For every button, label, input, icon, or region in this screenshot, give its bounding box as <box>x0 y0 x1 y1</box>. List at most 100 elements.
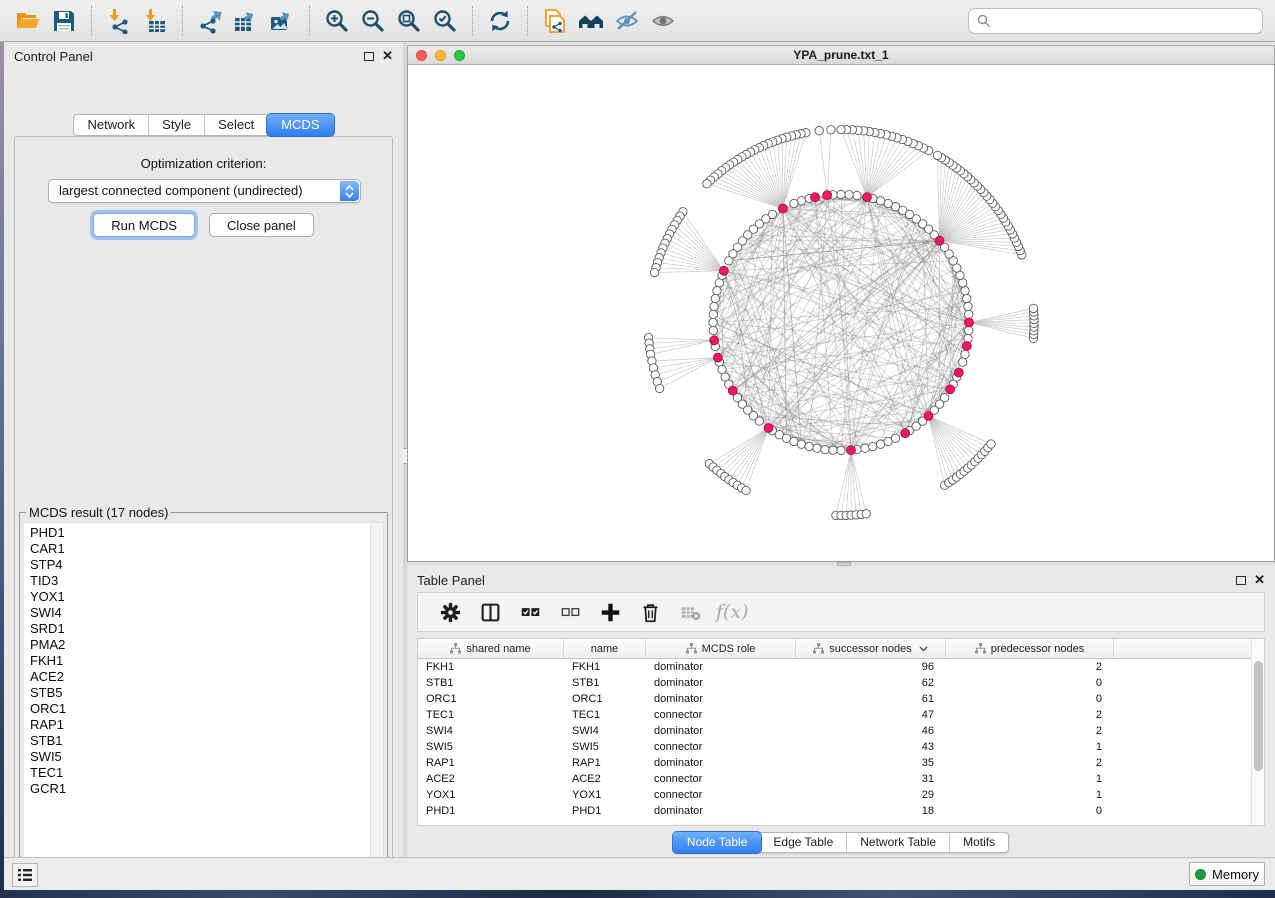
import-table-button[interactable] <box>137 4 173 38</box>
table-row-SWI5[interactable]: SWI5SWI5connector431 <box>418 739 1264 755</box>
delete-table-button[interactable] <box>674 596 706 628</box>
float-panel-icon[interactable] <box>364 52 374 61</box>
task-history-button[interactable] <box>12 863 38 887</box>
table-row-ORC1[interactable]: ORC1ORC1dominator610 <box>418 691 1264 707</box>
function-builder-button[interactable]: f(x) <box>716 601 749 623</box>
hide-panels-button[interactable] <box>609 4 645 38</box>
mcds-result-item[interactable]: ORC1 <box>30 701 383 717</box>
mcds-result-item[interactable]: GCR1 <box>30 781 383 797</box>
mcds-result-item[interactable]: FKH1 <box>30 653 383 669</box>
delete-column-button[interactable] <box>634 596 666 628</box>
column-header-successor-nodes[interactable]: successor nodes <box>796 639 946 658</box>
cell-name: TEC1 <box>564 707 646 723</box>
mcds-result-item[interactable]: CAR1 <box>30 541 383 557</box>
table-row-RAP1[interactable]: RAP1RAP1dominator352 <box>418 755 1264 771</box>
zoom-fit-button[interactable] <box>391 4 427 38</box>
tab-select[interactable]: Select <box>205 115 268 135</box>
tab-network-table[interactable]: Network Table <box>847 833 950 852</box>
home-button[interactable] <box>573 4 609 38</box>
show-panels-button[interactable] <box>645 4 681 38</box>
tab-network[interactable]: Network <box>74 115 149 135</box>
tab-node-table[interactable]: Node Table <box>673 832 762 853</box>
column-header-predecessor-nodes[interactable]: predecessor nodes <box>946 639 1114 658</box>
mcds-result-list[interactable]: PHD1CAR1STP4TID3YOX1SWI4SRD1PMA2FKH1ACE2… <box>23 522 384 866</box>
mcds-result-item[interactable]: STB5 <box>30 685 383 701</box>
save-icon <box>51 8 77 34</box>
eye-slash-icon <box>614 8 640 34</box>
tab-mcds[interactable]: MCDS <box>267 114 333 136</box>
close-panel-button[interactable]: Close panel <box>209 213 314 237</box>
mcds-result-item[interactable]: PMA2 <box>30 637 383 653</box>
mcds-result-item[interactable]: STB1 <box>30 733 383 749</box>
close-panel-icon[interactable]: ✕ <box>1254 575 1265 585</box>
mcds-result-item[interactable]: ACE2 <box>30 669 383 685</box>
mcds-result-item[interactable]: STP4 <box>30 557 383 573</box>
cell-name: PHD1 <box>564 803 646 819</box>
criterion-select[interactable]: largest connected component (undirected) <box>48 179 361 203</box>
search-box <box>968 8 1263 34</box>
tab-style[interactable]: Style <box>149 115 205 135</box>
float-panel-icon[interactable] <box>1236 576 1246 585</box>
save-button[interactable] <box>46 4 82 38</box>
tab-edge-table[interactable]: Edge Table <box>760 833 847 852</box>
table-row-YOX1[interactable]: YOX1YOX1connector291 <box>418 787 1264 803</box>
mcds-result-item[interactable]: RAP1 <box>30 717 383 733</box>
sort-descending-icon <box>919 646 928 652</box>
export-table-icon <box>233 8 259 34</box>
mcds-result-item[interactable]: PHD1 <box>30 525 383 541</box>
table-row-TEC1[interactable]: TEC1TEC1connector472 <box>418 707 1264 723</box>
network-canvas[interactable] <box>407 65 1275 562</box>
select-all-columns-button[interactable] <box>514 596 546 628</box>
mcds-result-item[interactable]: YOX1 <box>30 589 383 605</box>
run-mcds-button[interactable]: Run MCDS <box>93 213 195 237</box>
column-header-MCDS-role[interactable]: MCDS role <box>646 639 796 658</box>
zoom-in-button[interactable] <box>319 4 355 38</box>
column-header-shared-name[interactable]: shared name <box>418 639 564 658</box>
add-column-button[interactable] <box>594 596 626 628</box>
tab-motifs[interactable]: Motifs <box>950 833 1008 852</box>
attribute-type-icon <box>450 643 461 654</box>
refresh-icon <box>487 8 513 34</box>
column-header-name[interactable]: name <box>564 639 646 658</box>
import-network-button[interactable] <box>101 4 137 38</box>
zoom-selected-button[interactable] <box>427 4 463 38</box>
mcds-result-item[interactable]: SWI4 <box>30 605 383 621</box>
export-table-button[interactable] <box>228 4 264 38</box>
network-window-titlebar[interactable]: YPA_prune.txt_1 <box>407 45 1275 65</box>
open-file-button[interactable] <box>10 4 46 38</box>
table-row-FKH1[interactable]: FKH1FKH1dominator962 <box>418 659 1264 675</box>
table-row-PHD1[interactable]: PHD1PHD1dominator180 <box>418 803 1264 819</box>
mcds-result-item[interactable]: SRD1 <box>30 621 383 637</box>
column-header-filler <box>1114 639 1264 658</box>
mcds-result-item[interactable]: SWI5 <box>30 749 383 765</box>
close-panel-icon[interactable]: ✕ <box>382 51 393 61</box>
mcds-result-item[interactable]: TEC1 <box>30 765 383 781</box>
mcds-result-item[interactable]: TID3 <box>30 573 383 589</box>
cell-shared-name: YOX1 <box>418 787 564 803</box>
mcds-tab-content: Optimization criterion: largest connecte… <box>14 136 393 877</box>
node-table: shared namenameMCDS rolesuccessor nodesp… <box>417 638 1265 826</box>
clone-network-button[interactable] <box>537 4 573 38</box>
refresh-button[interactable] <box>482 4 518 38</box>
table-row-SWI4[interactable]: SWI4SWI4dominator462 <box>418 723 1264 739</box>
table-row-ACE2[interactable]: ACE2ACE2connector311 <box>418 771 1264 787</box>
cell-shared-name: ACE2 <box>418 771 564 787</box>
cell-shared-name: PHD1 <box>418 803 564 819</box>
show-columns-button[interactable] <box>474 596 506 628</box>
node-table-body: FKH1FKH1dominator962STB1STB1dominator620… <box>418 659 1264 819</box>
zoom-out-button[interactable] <box>355 4 391 38</box>
cell-MCDS-role: dominator <box>646 723 796 739</box>
cell-successor-nodes: 18 <box>796 803 946 819</box>
search-input[interactable] <box>997 13 1254 28</box>
table-row-STB1[interactable]: STB1STB1dominator620 <box>418 675 1264 691</box>
table-scrollbar[interactable] <box>1251 639 1264 825</box>
export-image-button[interactable] <box>264 4 300 38</box>
mcds-list-scrollbar[interactable] <box>370 523 383 865</box>
memory-button[interactable]: Memory <box>1189 862 1265 886</box>
export-network-button[interactable] <box>192 4 228 38</box>
scrollbar-thumb[interactable] <box>1254 661 1263 771</box>
table-settings-button[interactable] <box>434 596 466 628</box>
columns-icon <box>480 602 501 623</box>
deselect-all-columns-button[interactable] <box>554 596 586 628</box>
cell-predecessor-nodes: 1 <box>946 771 1114 787</box>
